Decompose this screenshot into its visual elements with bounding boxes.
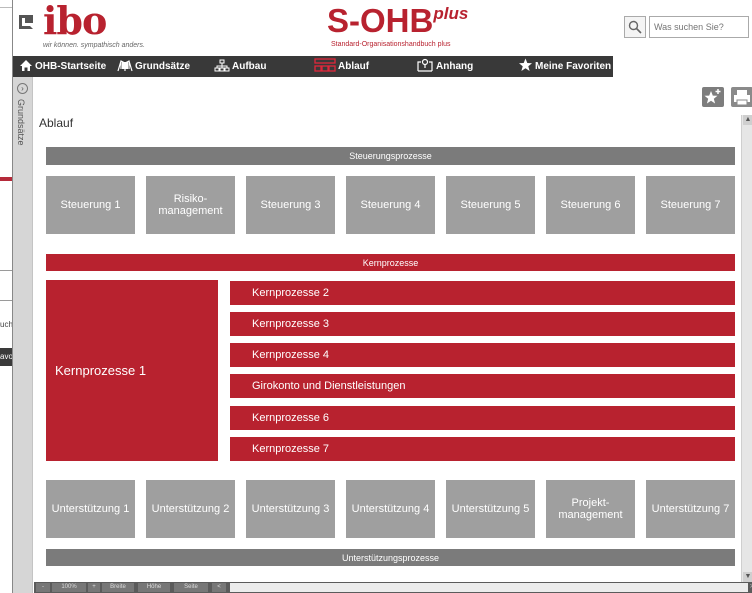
process-steuerung-6[interactable]: Steuerung 6 <box>546 176 635 234</box>
brand-subtitle: Standard-Organisationshandbuch plus <box>331 41 451 48</box>
brand-name: S-OHB <box>327 2 434 39</box>
process-risikomanagement[interactable]: Risiko- management <box>146 176 235 234</box>
vertical-scrollbar[interactable]: ▲ ▼ <box>741 115 752 582</box>
process-unterstuetzung-4[interactable]: Unterstützung 4 <box>346 480 435 538</box>
sidebar-label: Grundsätze <box>16 99 26 146</box>
process-projektmanagement[interactable]: Projekt- management <box>546 480 635 538</box>
zoom-level[interactable]: 100% <box>52 583 86 592</box>
process-kernprozesse-6[interactable]: Kernprozesse 6 <box>230 406 735 430</box>
ibo-logo-icon <box>19 15 33 29</box>
add-favorite-button[interactable] <box>702 87 724 107</box>
process-steuerung-3[interactable]: Steuerung 3 <box>246 176 335 234</box>
screen: uch avo ibo wir können. sympathisch ande… <box>0 0 752 593</box>
nav-item-anhang[interactable]: Anhang <box>416 56 473 77</box>
kernprozesse-header[interactable]: Kernprozesse <box>46 254 735 271</box>
search-button[interactable] <box>624 16 646 38</box>
nav-label: Meine Favoriten <box>535 61 612 72</box>
scroll-right-button[interactable]: > <box>750 583 752 592</box>
search-icon <box>628 20 642 34</box>
fit-page-button[interactable]: Seite <box>174 583 208 592</box>
flow-icon <box>314 58 336 73</box>
nav-item-home[interactable]: OHB-Startseite <box>19 56 106 77</box>
scroll-up-icon[interactable]: ▲ <box>743 115 752 125</box>
process-unterstuetzung-7[interactable]: Unterstützung 7 <box>646 480 735 538</box>
scroll-left-button[interactable]: < <box>212 583 226 592</box>
fit-height-button[interactable]: Höhe <box>138 583 170 592</box>
nav-item-ablauf[interactable]: Ablauf <box>314 56 369 77</box>
process-kernprozesse-4[interactable]: Kernprozesse 4 <box>230 343 735 367</box>
nav-item-grundsaetze[interactable]: Grundsätze <box>117 56 190 77</box>
printer-icon <box>734 90 750 106</box>
zoom-in-button[interactable]: + <box>88 583 100 592</box>
header: ibo wir können. sympathisch anders. S-OH… <box>13 0 752 56</box>
zoom-out-button[interactable]: - <box>36 583 50 592</box>
attachment-icon <box>417 59 433 72</box>
steuerungsprozesse-header[interactable]: Steuerungsprozesse <box>46 147 735 165</box>
main-nav: OHB-Startseite Grundsätze Aufbau Ablauf … <box>13 56 613 77</box>
book-icon <box>117 60 133 72</box>
process-unterstuetzung-5[interactable]: Unterstützung 5 <box>446 480 535 538</box>
nav-item-aufbau[interactable]: Aufbau <box>214 56 266 77</box>
process-unterstuetzung-3[interactable]: Unterstützung 3 <box>246 480 335 538</box>
process-kernprozesse-7[interactable]: Kernprozesse 7 <box>230 437 735 461</box>
scroll-down-icon[interactable]: ▼ <box>743 572 752 582</box>
process-kernprozesse-2[interactable]: Kernprozesse 2 <box>230 281 735 305</box>
process-unterstuetzung-2[interactable]: Unterstützung 2 <box>146 480 235 538</box>
nav-item-favoriten[interactable]: Meine Favoriten <box>518 56 611 77</box>
main-window: ibo wir können. sympathisch anders. S-OH… <box>12 0 752 593</box>
process-steuerung-7[interactable]: Steuerung 7 <box>646 176 735 234</box>
expand-icon[interactable]: › <box>17 83 28 94</box>
nav-label: Aufbau <box>232 61 267 72</box>
nav-label: OHB-Startseite <box>35 61 107 72</box>
unterstuetzungsprozesse-footer[interactable]: Unterstützungsprozesse <box>46 549 735 566</box>
logo-tagline: wir können. sympathisch anders. <box>43 42 145 49</box>
process-steuerung-4[interactable]: Steuerung 4 <box>346 176 435 234</box>
print-button[interactable] <box>731 87 752 107</box>
process-steuerung-5[interactable]: Steuerung 5 <box>446 176 535 234</box>
process-steuerung-1[interactable]: Steuerung 1 <box>46 176 135 234</box>
fit-width-button[interactable]: Breite <box>102 583 134 592</box>
sidebar-tab-grundsaetze[interactable]: › Grundsätze <box>13 77 33 593</box>
star-icon <box>519 58 532 72</box>
star-plus-icon <box>704 89 721 104</box>
process-kernprozesse-3[interactable]: Kernprozesse 3 <box>230 312 735 336</box>
content-area: Ablauf Steuerungsprozesse Steuerung 1 Ri… <box>34 77 752 582</box>
search-input[interactable] <box>649 16 749 38</box>
brand-suffix: plus <box>433 4 469 23</box>
nav-label: Anhang <box>436 61 474 72</box>
status-toolbar: - 100% + Breite Höhe Seite < > <box>34 582 752 593</box>
nav-label: Grundsätze <box>135 61 191 72</box>
home-icon <box>20 59 32 71</box>
process-kernprozesse-1[interactable]: Kernprozesse 1 <box>46 280 218 461</box>
logo[interactable]: ibo <box>43 0 107 43</box>
page-title: Ablauf <box>39 116 74 130</box>
process-unterstuetzung-1[interactable]: Unterstützung 1 <box>46 480 135 538</box>
brand-title: S-OHBplus <box>327 2 468 40</box>
org-chart-icon <box>214 59 230 72</box>
horizontal-scrollbar[interactable] <box>230 583 748 592</box>
nav-label: Ablauf <box>338 61 370 72</box>
process-girokonto[interactable]: Girokonto und Dienstleistungen <box>230 374 735 398</box>
